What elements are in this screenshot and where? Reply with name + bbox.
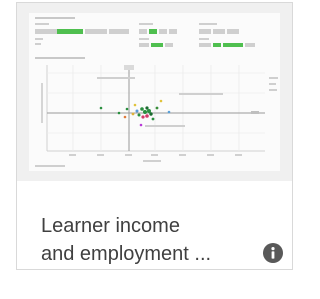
thumbnail-preview-drawing: [35, 17, 278, 167]
app-title-line2: and employment ...: [41, 243, 212, 265]
app-card[interactable]: Learner income and employment ...: [16, 2, 293, 270]
card-footer: Learner income and employment ...: [17, 181, 292, 269]
info-icon[interactable]: [263, 243, 283, 263]
app-title[interactable]: Learner income and employment ...: [41, 212, 253, 268]
thumbnail-preview: [29, 13, 280, 171]
app-title-line1: Learner income: [41, 215, 180, 237]
app-thumbnail[interactable]: [17, 3, 292, 181]
